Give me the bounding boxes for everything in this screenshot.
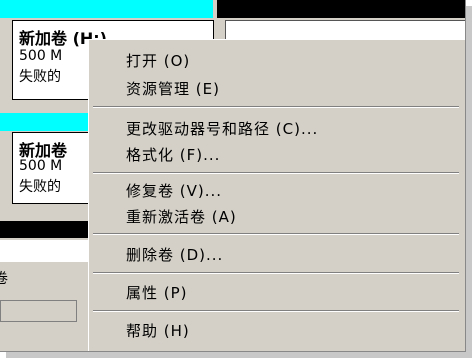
- menu-separator: [93, 272, 459, 274]
- menu-item-reactivate-volume[interactable]: 重新激活卷 (A): [126, 206, 237, 227]
- menu-item-repair-volume[interactable]: 修复卷 (V)...: [126, 180, 222, 201]
- menu-separator: [93, 172, 459, 174]
- disk-black-band: [0, 221, 90, 238]
- volume-status: 失败的: [19, 179, 61, 195]
- menu-item-explore[interactable]: 资源管理 (E): [126, 78, 220, 99]
- volume-size: 500 M: [19, 48, 63, 64]
- image-shadow-right: [466, 6, 472, 358]
- disk-white-strip: [0, 240, 88, 262]
- menu-item-properties[interactable]: 属性 (P): [126, 282, 188, 303]
- image-shadow-bottom: [6, 352, 472, 358]
- disk-management-view: 新加卷 (H:) 500 M 失败的 新加卷 500 M 失败的 卷 打开 (O…: [0, 0, 466, 352]
- context-menu: 打开 (O) 资源管理 (E) 更改驱动器号和路径 (C)... 格式化 (F)…: [88, 39, 465, 351]
- partial-label: 卷: [0, 268, 8, 288]
- menu-item-format[interactable]: 格式化 (F)...: [126, 144, 220, 165]
- menu-item-help[interactable]: 帮助 (H): [126, 320, 190, 341]
- unallocated-header-bar: [217, 0, 465, 18]
- menu-item-delete-volume[interactable]: 删除卷 (D)...: [126, 244, 223, 265]
- status-field: [0, 300, 77, 322]
- menu-separator: [93, 310, 459, 312]
- volume-status: 失败的: [19, 69, 61, 85]
- menu-separator: [93, 233, 459, 235]
- volume-2-header-bar: [0, 113, 90, 131]
- menu-separator: [93, 106, 459, 108]
- menu-item-change-drive-letter[interactable]: 更改驱动器号和路径 (C)...: [126, 118, 318, 139]
- menu-item-open[interactable]: 打开 (O): [126, 50, 190, 71]
- volume-h-header-bar: [0, 0, 213, 18]
- volume-size: 500 M: [19, 158, 63, 174]
